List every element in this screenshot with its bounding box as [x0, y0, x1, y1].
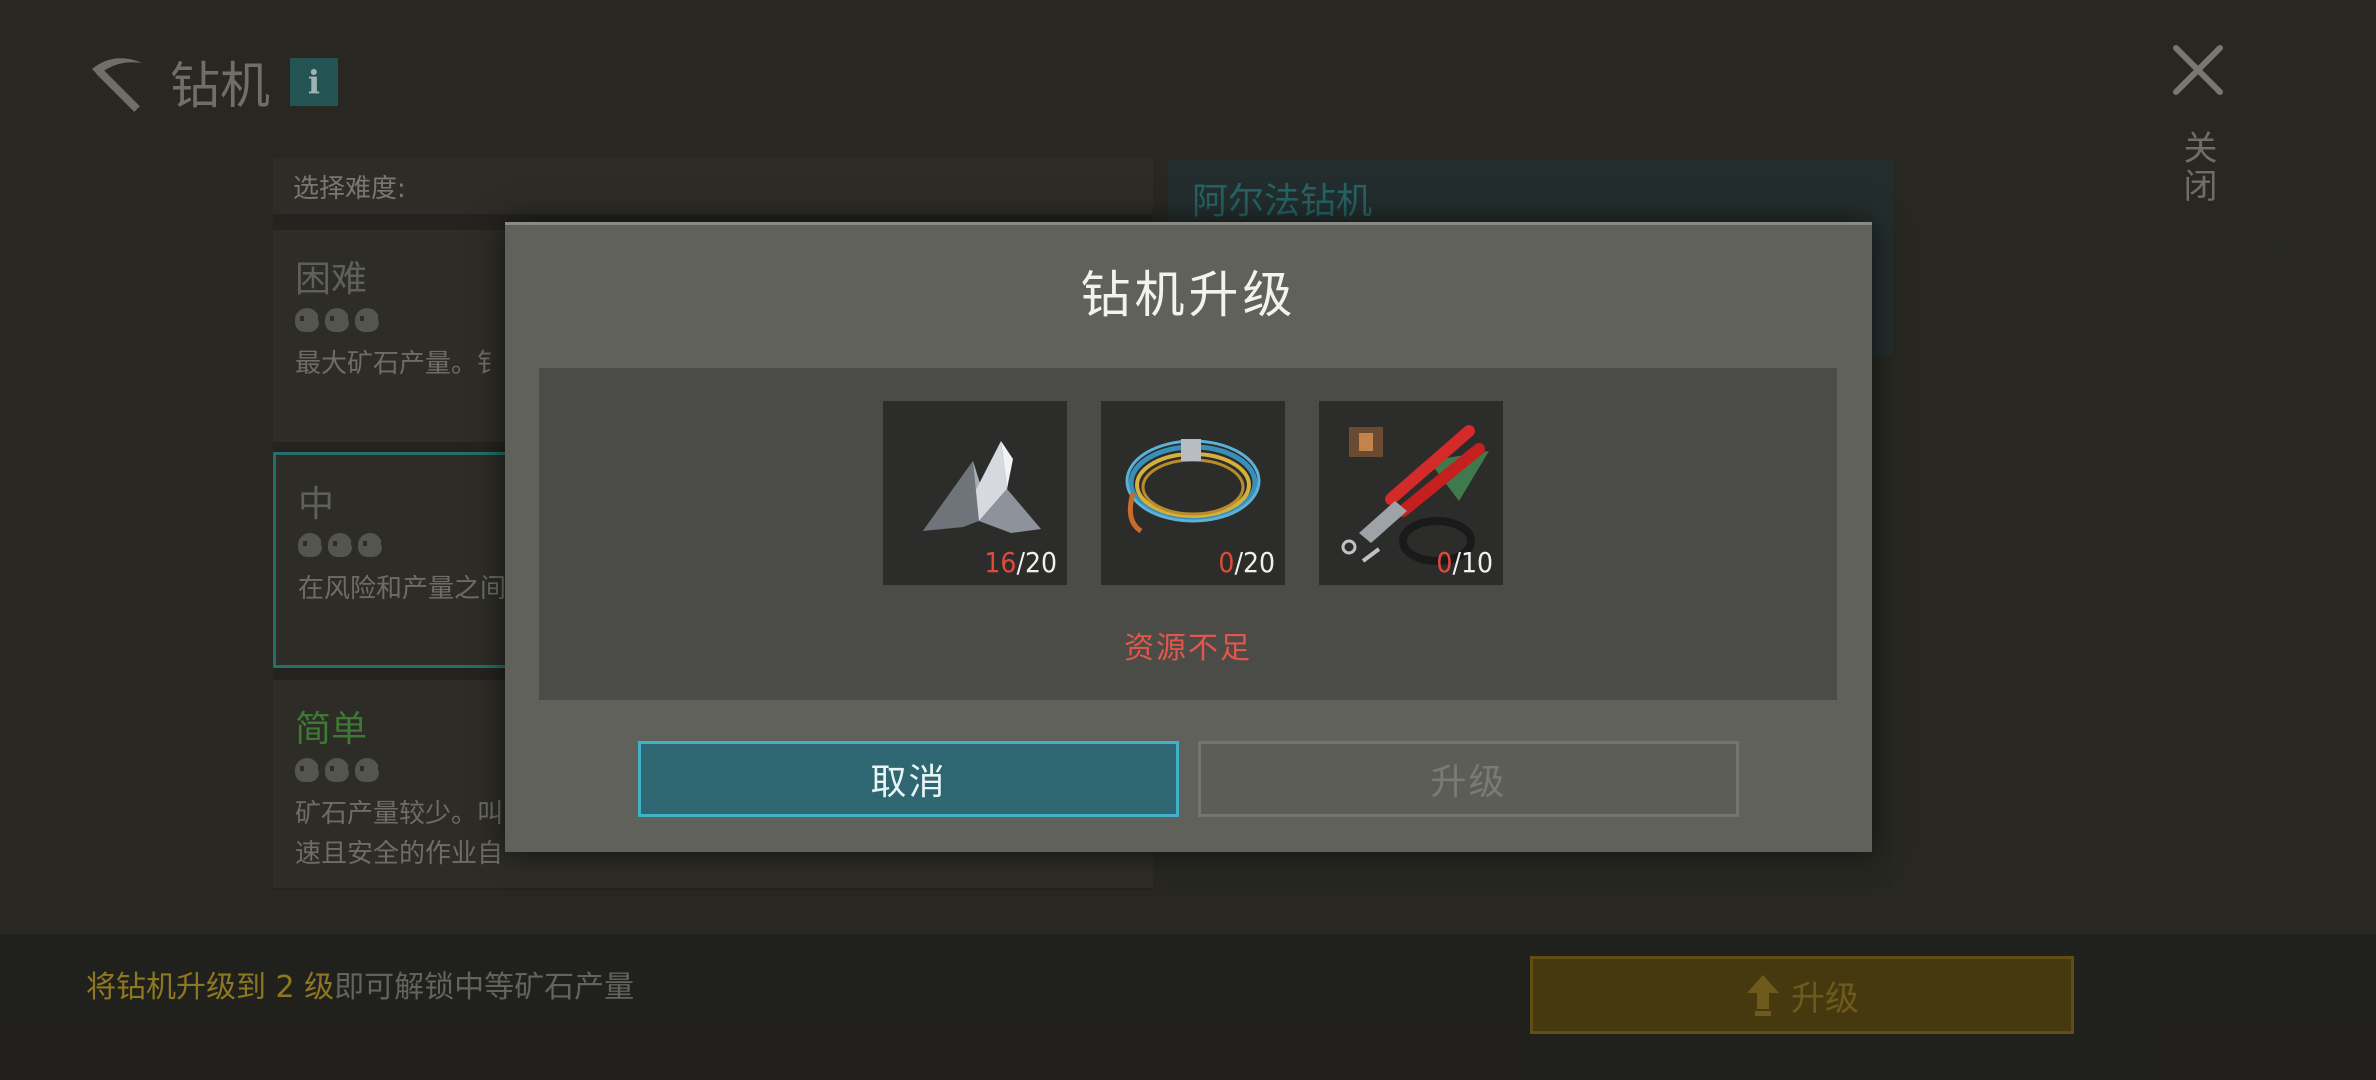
insufficient-resources-warning: 资源不足 — [1124, 631, 1252, 666]
confirm-upgrade-button[interactable]: 升级 — [1198, 741, 1739, 817]
resource-slot-tools[interactable]: 0/10 — [1319, 401, 1503, 585]
resource-count: 0/10 — [1436, 546, 1493, 579]
cancel-button[interactable]: 取消 — [638, 741, 1179, 817]
resource-count: 16/20 — [984, 546, 1057, 579]
upgrade-dialog: 钻机升级 16/20 0/20 0/10 资源不足 取消 升级 — [505, 222, 1872, 852]
dialog-title: 钻机升级 — [1080, 266, 1297, 324]
resource-panel: 16/20 0/20 0/10 资源不足 — [539, 368, 1837, 700]
resource-count: 0/20 — [1218, 546, 1275, 579]
resource-slot-wire[interactable]: 0/20 — [1101, 401, 1285, 585]
resource-slot-metal[interactable]: 16/20 — [883, 401, 1067, 585]
